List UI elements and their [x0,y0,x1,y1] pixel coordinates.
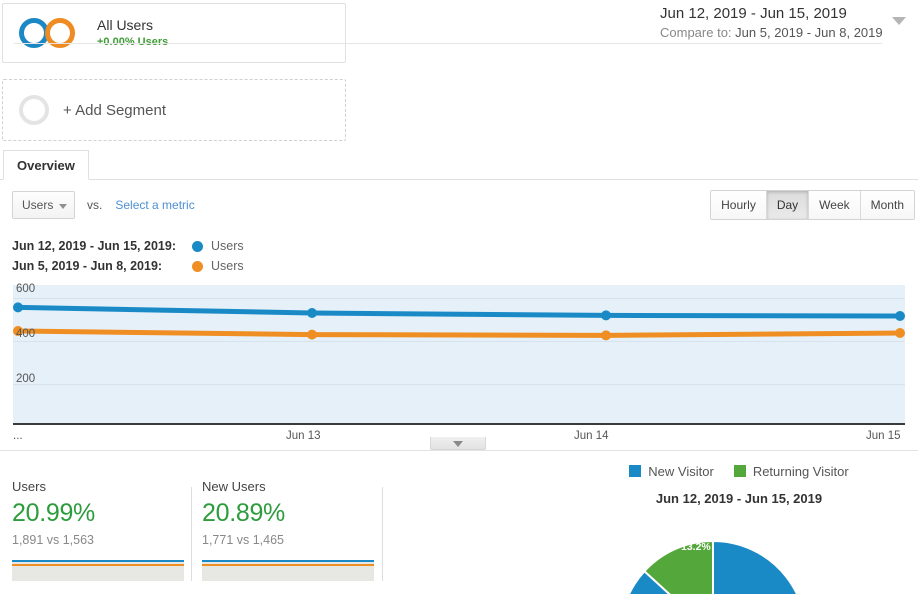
date-range-compare: Compare to: Jun 5, 2019 - Jun 8, 2019 [660,24,883,42]
metric-card-title: Users [12,479,46,494]
add-segment-button[interactable]: + Add Segment [2,79,346,141]
select-a-metric-link[interactable]: Select a metric [115,198,194,212]
chart-bottom-rule [0,450,918,451]
granularity-hourly[interactable]: Hourly [711,191,767,219]
metric-card-comparison: 1,891 vs 1,563 [12,533,95,547]
granularity-month[interactable]: Month [860,191,914,219]
chevron-down-icon[interactable] [892,17,906,25]
pie-legend-item-returning-visitor[interactable]: Returning Visitor [733,463,849,479]
metric-card-group: Users 20.99% 1,891 vs 1,563 New Users 20… [0,478,400,594]
y-tick-600: 600 [16,283,36,295]
metric-selector-row: Users vs. Select a metric [12,191,195,219]
pie-legend-label: New Visitor [648,463,714,479]
date-range-compare-prefix: Compare to: [660,25,732,40]
granularity-button-group: Hourly Day Week Month [710,190,915,220]
pie-chart-svg [628,539,798,594]
metric-card-percent: 20.89% [202,499,285,527]
x-tick-0: ... [13,430,23,442]
granularity-week[interactable]: Week [809,191,861,219]
tab-overview[interactable]: Overview [3,150,89,180]
chart-legend-metric-primary: Users [211,239,244,253]
metric-select-value: Users [22,198,54,212]
visitor-type-pie-panel: New Visitor Returning Visitor Jun 12, 20… [560,460,918,594]
add-segment-label: + Add Segment [63,101,166,119]
chart-series-svg [13,302,905,341]
gridline-400 [13,341,905,342]
x-tick-1: Jun 13 [286,430,321,442]
segment-card-text: All Users +0.00% Users [97,17,168,50]
pie-legend-label: Returning Visitor [752,463,849,479]
date-range-primary: Jun 12, 2019 - Jun 15, 2019 [660,5,847,22]
segment-delta: +0.00% Users [97,35,169,48]
sparkline-orange-line [202,564,374,566]
card-divider [382,487,383,581]
metric-card-new-users[interactable]: New Users 20.89% 1,771 vs 1,465 [202,478,382,581]
sparkline-blue-line [12,560,184,562]
pie-slice-percent-label: 13.2% [681,541,711,553]
metric-card-percent: 20.99% [12,499,95,527]
x-tick-3: Jun 15 [866,430,901,442]
legend-swatch-green-icon [733,465,746,477]
vs-label: vs. [87,198,103,212]
date-range-selector[interactable]: Jun 12, 2019 - Jun 15, 2019 Compare to: … [660,4,912,42]
gridline-200 [13,384,905,385]
segment-rings-icon [19,16,93,50]
chart-plot-area [13,285,905,425]
chart-legend-row-compare: Jun 5, 2019 - Jun 8, 2019: Users [12,256,244,276]
pie-chart[interactable]: 13.2% [560,512,918,594]
sparkline-orange-line [12,564,184,566]
metric-card-sparkline [12,555,184,581]
pie-legend-item-new-visitor[interactable]: New Visitor [629,464,714,479]
users-line-chart[interactable]: 600 400 200 [13,283,905,428]
metric-card-users[interactable]: Users 20.99% 1,891 vs 1,563 [12,478,192,581]
y-tick-200: 200 [16,373,36,385]
segment-card-all-users[interactable]: All Users +0.00% Users [2,3,346,63]
card-divider [191,487,192,581]
pie-legend: New Visitor Returning Visitor [560,460,918,482]
legend-dot-orange-icon [192,260,203,272]
date-range-compare-dates: Jun 5, 2019 - Jun 8, 2019 [735,25,883,40]
pie-title: Jun 12, 2019 - Jun 15, 2019 [655,491,823,506]
chart-legend-row-primary: Jun 12, 2019 - Jun 15, 2019: Users [12,236,244,256]
y-tick-400: 400 [16,328,36,340]
metric-card-comparison: 1,771 vs 1,465 [202,533,285,547]
metric-card-sparkline [202,555,374,581]
chart-expand-handle[interactable] [430,437,486,450]
segment-name: All Users [97,16,154,33]
add-segment-ring-icon [19,95,49,125]
metric-select[interactable]: Users [12,191,75,219]
chevron-down-icon [453,441,463,447]
granularity-day[interactable]: Day [766,191,810,219]
chart-legend-date-compare: Jun 5, 2019 - Jun 8, 2019: [12,259,163,273]
tab-bar: Overview [0,150,918,180]
legend-dot-blue-icon [192,240,203,252]
chevron-down-icon [59,204,67,209]
chart-legend: Jun 12, 2019 - Jun 15, 2019: Users Jun 5… [12,236,244,276]
chart-legend-metric-compare: Users [211,259,244,273]
sparkline-blue-line [202,560,374,562]
metric-card-title: New Users [202,479,266,494]
analytics-audience-overview: All Users +0.00% Users + Add Segment Jun… [0,0,918,594]
x-tick-2: Jun 14 [574,430,609,442]
legend-swatch-blue-icon [629,465,642,477]
gridline-600 [13,298,905,299]
date-range-underline [14,43,882,44]
chart-legend-date-primary: Jun 12, 2019 - Jun 15, 2019: [12,239,176,253]
